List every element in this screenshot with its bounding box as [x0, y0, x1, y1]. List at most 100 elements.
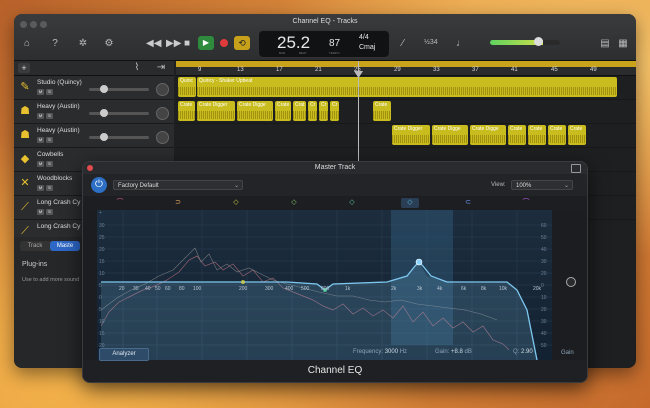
view-zoom-select[interactable]: 100% ⌄ [511, 180, 573, 190]
track-volume-knob[interactable] [100, 85, 108, 93]
track-volume-slider[interactable] [89, 88, 149, 91]
solo-button[interactable]: S [46, 137, 53, 143]
channel-eq-window: Master Track ⏻ Factory Default ⌄ View: 1… [82, 161, 588, 383]
automation-icon[interactable]: ⌇ [130, 62, 144, 74]
add-track-button[interactable]: + [18, 63, 30, 73]
audio-region[interactable]: Crate Digger [197, 101, 235, 121]
lowshelf-band-icon[interactable]: ⊃ [169, 198, 187, 208]
audio-region[interactable]: Crat [293, 101, 306, 121]
cycle-region[interactable] [176, 61, 636, 67]
track-header[interactable]: ✎ Studio (Quincy) M S [14, 76, 174, 100]
solo-button[interactable]: S [46, 209, 53, 215]
bell-band-4-icon[interactable]: ◇ [401, 198, 419, 208]
audio-region[interactable]: Crate [548, 125, 566, 145]
mute-button[interactable]: M [37, 209, 44, 215]
mute-button[interactable]: M [37, 137, 44, 143]
bell-band-3-icon[interactable]: ◇ [343, 198, 361, 208]
audio-region[interactable]: Crate Digge [432, 125, 468, 145]
catch-icon[interactable]: ⇥ [154, 62, 168, 74]
track-lane[interactable]: Crate Crate Digger Crate Digge Crate Cra… [176, 100, 636, 124]
track-volume-knob[interactable] [100, 133, 108, 141]
solo-button[interactable]: S [46, 89, 53, 95]
mute-button[interactable]: M [37, 161, 44, 167]
db-scale-label-right: 40 [541, 331, 547, 337]
audio-region[interactable]: Crate [275, 101, 291, 121]
audio-region[interactable]: Crate Digge [237, 101, 273, 121]
plugin-window-options-icon[interactable] [571, 164, 581, 173]
frequency-scale-label: 8k [481, 286, 487, 292]
track-header[interactable]: ☗ Heavy (Austin) M S [14, 124, 174, 148]
waveform [528, 135, 546, 143]
power-icon[interactable]: ⏻ [91, 177, 107, 193]
solo-button[interactable]: S [46, 113, 53, 119]
cycle-button[interactable]: ⟲ [234, 36, 250, 50]
quick-help-icon[interactable]: ? [48, 38, 62, 50]
track-volume-slider[interactable] [89, 136, 149, 139]
record-button[interactable] [220, 39, 228, 47]
audio-region[interactable]: Crate [508, 125, 526, 145]
solo-button[interactable]: S [46, 161, 53, 167]
frequency-readout[interactable]: Frequency: 3000 Hz [353, 349, 407, 355]
ruler-bar-label: 33 [433, 67, 440, 73]
analyzer-button[interactable]: Analyzer [99, 348, 149, 361]
track-volume-knob[interactable] [100, 109, 108, 117]
woodblock-icon: ✕ [20, 177, 30, 189]
rewind-button[interactable]: ◀◀ [146, 38, 161, 50]
timeline-ruler[interactable]: 9 13 17 21 25 29 33 37 41 45 49 [176, 61, 636, 76]
tuner-icon[interactable]: ⁄ [396, 38, 410, 50]
audio-region[interactable]: Cr [319, 101, 328, 121]
audio-region[interactable]: Crate [373, 101, 391, 121]
audio-region[interactable]: Quincy - Shaker Upbeat [197, 77, 617, 97]
tab-master[interactable]: Maste [50, 241, 80, 251]
track-lane[interactable]: Quinc Quincy - Shaker Upbeat [176, 76, 636, 100]
solo-button[interactable]: S [46, 185, 53, 191]
audio-region[interactable]: Crate [528, 125, 546, 145]
band-selector-row: ⌒ ⊃ ◇ ◇ ◇ ◇ ⊂ ⌒ [83, 196, 587, 210]
gain-readout[interactable]: Gain: +8.8 dB [435, 349, 472, 355]
q-value: 2.90 [521, 349, 533, 355]
pan-knob[interactable] [156, 83, 169, 96]
track-volume-slider[interactable] [89, 112, 149, 115]
pan-knob[interactable] [156, 131, 169, 144]
master-volume-slider[interactable] [490, 40, 560, 45]
audio-region[interactable]: Cr [308, 101, 317, 121]
eq-graph[interactable]: + 30 25 20 15 10 5 0 5 10 15 20 60 50 40… [97, 210, 552, 360]
audio-region[interactable]: Crate Digge [470, 125, 506, 145]
frequency-scale-label: 50 [155, 286, 161, 292]
smart-controls-icon[interactable]: ✲ [76, 38, 90, 50]
bell-band-1-icon[interactable]: ◇ [227, 198, 245, 208]
mute-button[interactable]: M [37, 185, 44, 191]
mute-button[interactable]: M [37, 113, 44, 119]
audio-region[interactable]: Quinc [178, 77, 196, 97]
fast-forward-button[interactable]: ▶▶ [166, 38, 181, 50]
output-gain-knob[interactable] [566, 277, 576, 287]
play-button[interactable]: ▶ [198, 36, 214, 50]
metronome-icon[interactable]: ♩ [454, 38, 468, 50]
audio-region[interactable]: Crate [178, 101, 195, 121]
note-pad-icon[interactable]: ▤ [598, 38, 612, 50]
frequency-label: Frequency: [353, 349, 384, 355]
audio-region[interactable]: Crate Digger [392, 125, 430, 145]
mixer-icon[interactable]: ⚙ [102, 38, 116, 50]
track-lane[interactable]: Crate Digger Crate Digge Crate Digge Cra… [176, 124, 636, 148]
library-icon[interactable]: ⌂ [20, 38, 34, 50]
tab-track[interactable]: Track [20, 241, 50, 251]
track-header[interactable]: ☗ Heavy (Austin) M S [14, 100, 174, 124]
audio-region[interactable]: Crate [568, 125, 586, 145]
browser-icon[interactable]: ▦ [616, 38, 630, 50]
output-gain-label: Gain [561, 350, 574, 356]
waveform [432, 135, 468, 143]
lcd-display[interactable]: 25.2 BAR BEAT 87 TEMPO 4/4 Cmaj [258, 30, 390, 58]
bell-band-2-icon[interactable]: ◇ [285, 198, 303, 208]
count-in-display[interactable]: ½34 [424, 39, 438, 46]
preset-select[interactable]: Factory Default ⌄ [113, 180, 243, 190]
stop-button[interactable]: ■ [184, 38, 190, 50]
highpass-band-icon[interactable]: ⌒ [111, 198, 129, 208]
lowpass-band-icon[interactable]: ⌒ [517, 198, 535, 208]
q-readout[interactable]: Q: 2.90 [513, 349, 533, 355]
master-volume-knob[interactable] [534, 37, 543, 46]
highshelf-band-icon[interactable]: ⊂ [459, 198, 477, 208]
pan-knob[interactable] [156, 107, 169, 120]
mute-button[interactable]: M [37, 89, 44, 95]
audio-region[interactable]: Cr [330, 101, 339, 121]
